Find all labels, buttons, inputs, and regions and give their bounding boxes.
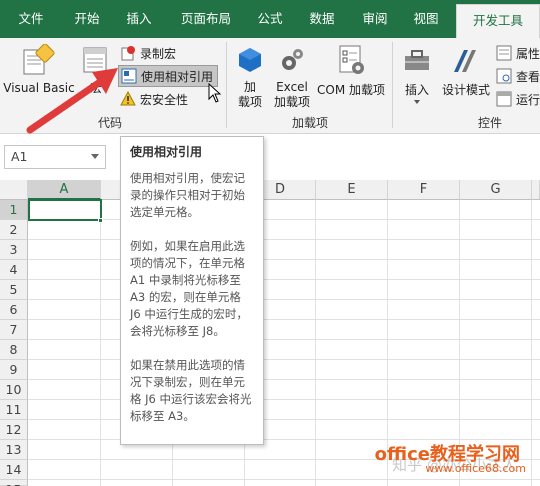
grid-line: [531, 200, 532, 486]
row-header-5[interactable]: 5: [0, 280, 28, 300]
row-header-1[interactable]: 1: [0, 200, 28, 220]
tooltip-paragraph-3: 如果在禁用此选项的情况下录制宏，则在单元格 J6 中运行该宏会将光标移至 A3。: [130, 358, 252, 423]
select-all-corner[interactable]: [0, 180, 28, 200]
grid-line: [28, 319, 540, 320]
formula-bar-area: A1: [0, 135, 540, 179]
column-header-g[interactable]: G: [460, 180, 532, 200]
site-url-watermark: www.office68.com: [425, 462, 526, 475]
chevron-down-icon[interactable]: [91, 154, 99, 159]
column-header-a[interactable]: A: [28, 180, 101, 200]
row-header-4[interactable]: 4: [0, 260, 28, 280]
row-header-10[interactable]: 10: [0, 380, 28, 400]
grid-line: [28, 399, 540, 400]
relative-reference-tooltip: 使用相对引用 使用相对引用，使宏记录的操作只相对于初始选定单元格。 例如，如果在…: [120, 136, 264, 445]
row-header-9[interactable]: 9: [0, 360, 28, 380]
row-header-8[interactable]: 8: [0, 340, 28, 360]
column-header-f[interactable]: F: [388, 180, 460, 200]
row-header-14[interactable]: 14: [0, 460, 28, 480]
grid-line: [28, 259, 540, 260]
grid-line: [28, 339, 540, 340]
row-header-15[interactable]: 15: [0, 480, 28, 486]
column-header-e[interactable]: E: [316, 180, 388, 200]
column-header-partial[interactable]: [532, 180, 540, 200]
pointer-arrow: [26, 68, 118, 134]
grid-line: [28, 219, 540, 220]
name-box-value: A1: [11, 149, 28, 164]
grid-line: [28, 279, 540, 280]
tooltip-paragraph-2: 例如，如果在启用此选项的情况下，在单元格 A1 中录制将光标移至 A3 的宏，则…: [130, 239, 248, 338]
row-header-11[interactable]: 11: [0, 400, 28, 420]
selected-cell-a1[interactable]: [28, 199, 102, 221]
row-header-3[interactable]: 3: [0, 240, 28, 260]
grid-line: [28, 359, 540, 360]
grid-line: [28, 239, 540, 240]
row-header-7[interactable]: 7: [0, 320, 28, 340]
mouse-cursor-icon: [208, 83, 222, 103]
name-box[interactable]: A1: [4, 145, 106, 169]
row-header-12[interactable]: 12: [0, 420, 28, 440]
tooltip-title: 使用相对引用: [130, 145, 203, 159]
row-header-2[interactable]: 2: [0, 220, 28, 240]
grid-line: [28, 379, 540, 380]
grid-line: [28, 299, 540, 300]
grid-line: [100, 200, 101, 486]
row-header-13[interactable]: 13: [0, 440, 28, 460]
fill-handle[interactable]: [98, 218, 103, 223]
grid-line: [315, 200, 316, 486]
tooltip-paragraph-1: 使用相对引用，使宏记录的操作只相对于初始选定单元格。: [130, 171, 245, 219]
grid-line: [28, 419, 540, 420]
row-header-6[interactable]: 6: [0, 300, 28, 320]
grid-line: [28, 479, 540, 480]
